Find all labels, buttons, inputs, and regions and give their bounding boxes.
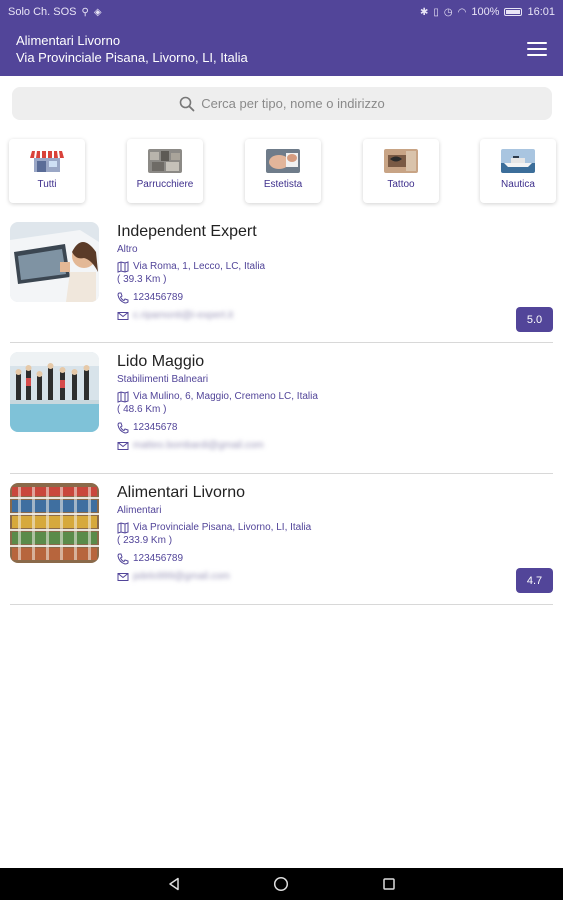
category-tattoo[interactable]: Tattoo <box>363 139 439 203</box>
listing-name: Independent Expert <box>117 223 257 240</box>
mail-icon <box>117 312 129 320</box>
category-row: Tutti Parrucchiere Estetista Tattoo Naut… <box>0 139 563 205</box>
alarm-icon: ◷ <box>443 6 453 18</box>
battery-icon <box>504 8 523 16</box>
category-label: Tattoo <box>387 179 415 190</box>
system-nav-bar <box>0 868 563 900</box>
back-icon[interactable] <box>166 876 182 892</box>
list-divider <box>10 473 553 474</box>
battery-percent: 100% <box>471 6 500 18</box>
header-title: Alimentari Livorno <box>16 33 121 48</box>
recents-icon[interactable] <box>381 876 397 892</box>
phone-icon <box>117 553 129 565</box>
hamburger-menu-icon[interactable] <box>527 42 547 56</box>
search-input[interactable]: Cerca per tipo, nome o indirizzo <box>12 87 552 120</box>
home-icon[interactable] <box>273 876 289 892</box>
category-nautica[interactable]: Nautica <box>480 139 556 203</box>
rating-badge: 4.7 <box>516 568 553 593</box>
listing-category: Altro <box>117 244 138 255</box>
address-row: Via Roma, 1, Lecco, LC, Italia <box>117 261 265 273</box>
tattoo-photo <box>384 149 418 173</box>
list-divider <box>10 604 553 605</box>
category-label: Parrucchiere <box>136 179 194 190</box>
app-bar: Alimentari Livorno Via Provinciale Pisan… <box>0 24 563 76</box>
list-item[interactable]: Lido Maggio Stabilimenti Balneari Via Mu… <box>10 352 553 472</box>
listing-info: Independent Expert Altro Via Roma, 1, Le… <box>117 222 265 322</box>
listing-thumbnail <box>10 483 99 563</box>
map-icon <box>117 391 129 403</box>
list-divider <box>10 342 553 343</box>
listing-phone: 12345678 <box>133 422 178 433</box>
listing-email: matteo.bombardi@gmail.com <box>133 440 264 451</box>
listing-email: c.ripamonti@i-expert.it <box>133 310 234 321</box>
beautician-photo <box>266 149 300 173</box>
carrier-text: Solo Ch. SOS <box>8 6 77 18</box>
phone-icon <box>117 422 129 434</box>
list-item[interactable]: Independent Expert Altro Via Roma, 1, Le… <box>10 222 553 342</box>
distance-row: ( 233.9 Km ) <box>117 535 311 547</box>
usb-icon: ⚲ <box>81 6 89 18</box>
status-right: ✱ ▯ ◷ ◠ 100% 16:01 <box>420 6 555 18</box>
wifi-icon: ◠ <box>457 6 467 18</box>
email-row: pdelo999@gmail.com <box>117 571 311 583</box>
phone-row: 12345678 <box>117 422 318 434</box>
category-tutti[interactable]: Tutti <box>9 139 85 203</box>
category-label: Estetista <box>263 179 303 190</box>
search-placeholder: Cerca per tipo, nome o indirizzo <box>201 96 385 111</box>
listing-email: pdelo999@gmail.com <box>133 571 230 582</box>
email-row: c.ripamonti@i-expert.it <box>117 310 265 322</box>
header-subtitle: Via Provinciale Pisana, Livorno, LI, Ita… <box>16 50 248 65</box>
search-icon <box>179 96 195 112</box>
storefront-icon <box>30 150 64 172</box>
map-icon <box>117 522 129 534</box>
vibrate-icon: ▯ <box>433 6 439 18</box>
listing-distance: ( 39.3 Km ) <box>117 274 167 285</box>
map-icon <box>117 261 129 273</box>
category-parrucchiere[interactable]: Parrucchiere <box>127 139 203 203</box>
phone-row: 123456789 <box>117 553 311 565</box>
listing-info: Alimentari Livorno Alimentari Via Provin… <box>117 483 311 583</box>
mail-icon <box>117 573 129 581</box>
listing-distance: ( 48.6 Km ) <box>117 404 167 415</box>
clock: 16:01 <box>527 6 555 18</box>
distance-row: ( 48.6 Km ) <box>117 404 318 416</box>
phone-row: 123456789 <box>117 292 265 304</box>
listing-address: Via Mulino, 6, Maggio, Cremeno LC, Itali… <box>133 391 318 402</box>
hairdresser-photo <box>148 149 182 173</box>
listing-name: Alimentari Livorno <box>117 484 246 501</box>
listing-thumbnail <box>10 222 99 302</box>
listing-address: Via Provinciale Pisana, Livorno, LI, Ita… <box>133 522 312 533</box>
category-label: Tutti <box>37 179 57 190</box>
status-left: Solo Ch. SOS ⚲ ◈ <box>8 6 102 18</box>
boat-photo <box>501 149 535 173</box>
listing-info: Lido Maggio Stabilimenti Balneari Via Mu… <box>117 352 318 452</box>
listing-phone: 123456789 <box>133 292 184 303</box>
listing-name: Lido Maggio <box>117 353 205 370</box>
listing-distance: ( 233.9 Km ) <box>117 535 173 546</box>
phone-icon <box>117 292 129 304</box>
mail-icon <box>117 442 129 450</box>
address-row: Via Provinciale Pisana, Livorno, LI, Ita… <box>117 522 311 534</box>
email-row: matteo.bombardi@gmail.com <box>117 440 318 452</box>
listing-address: Via Roma, 1, Lecco, LC, Italia <box>133 261 266 272</box>
listing-category: Alimentari <box>117 505 162 516</box>
status-bar: Solo Ch. SOS ⚲ ◈ ✱ ▯ ◷ ◠ 100% 16:01 <box>0 0 563 24</box>
listing-category: Stabilimenti Balneari <box>117 374 209 385</box>
list-item[interactable]: Alimentari Livorno Alimentari Via Provin… <box>10 483 553 603</box>
listing-phone: 123456789 <box>133 553 184 564</box>
address-row: Via Mulino, 6, Maggio, Cremeno LC, Itali… <box>117 391 318 403</box>
bluetooth-icon: ✱ <box>419 6 429 18</box>
category-estetista[interactable]: Estetista <box>245 139 321 203</box>
rating-badge: 5.0 <box>516 307 553 332</box>
category-label: Nautica <box>501 179 535 190</box>
shield-icon: ◈ <box>93 6 102 18</box>
distance-row: ( 39.3 Km ) <box>117 274 265 286</box>
listing-thumbnail <box>10 352 99 432</box>
